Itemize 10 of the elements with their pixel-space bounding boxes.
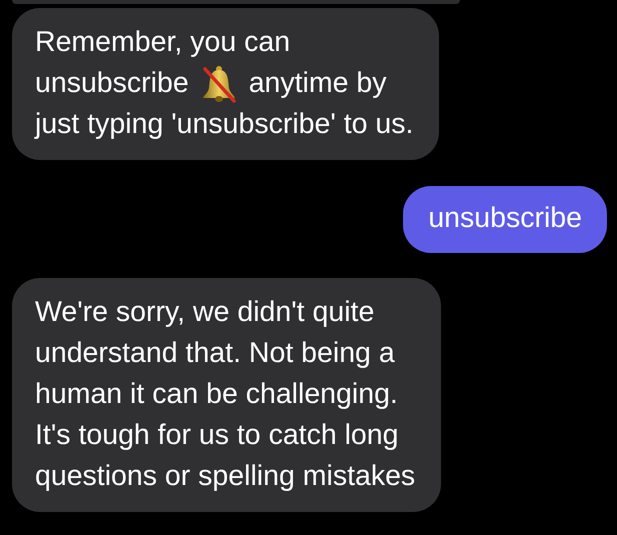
message-text: unsubscribe <box>35 66 189 101</box>
message-text: unsubscribe <box>428 201 582 236</box>
message-text: Remember, you can <box>35 25 290 60</box>
message-text: We're sorry, we didn't quite <box>35 295 374 330</box>
message-text: understand that. Not being a <box>35 336 395 371</box>
message-text: just typing 'unsubscribe' to us. <box>35 107 414 142</box>
message-text: It's tough for us to catch long <box>35 418 398 453</box>
message-text: anytime by <box>248 66 386 101</box>
message-text: human it can be challenging. <box>35 377 398 412</box>
message-text: questions or spelling mistakes <box>35 459 416 494</box>
